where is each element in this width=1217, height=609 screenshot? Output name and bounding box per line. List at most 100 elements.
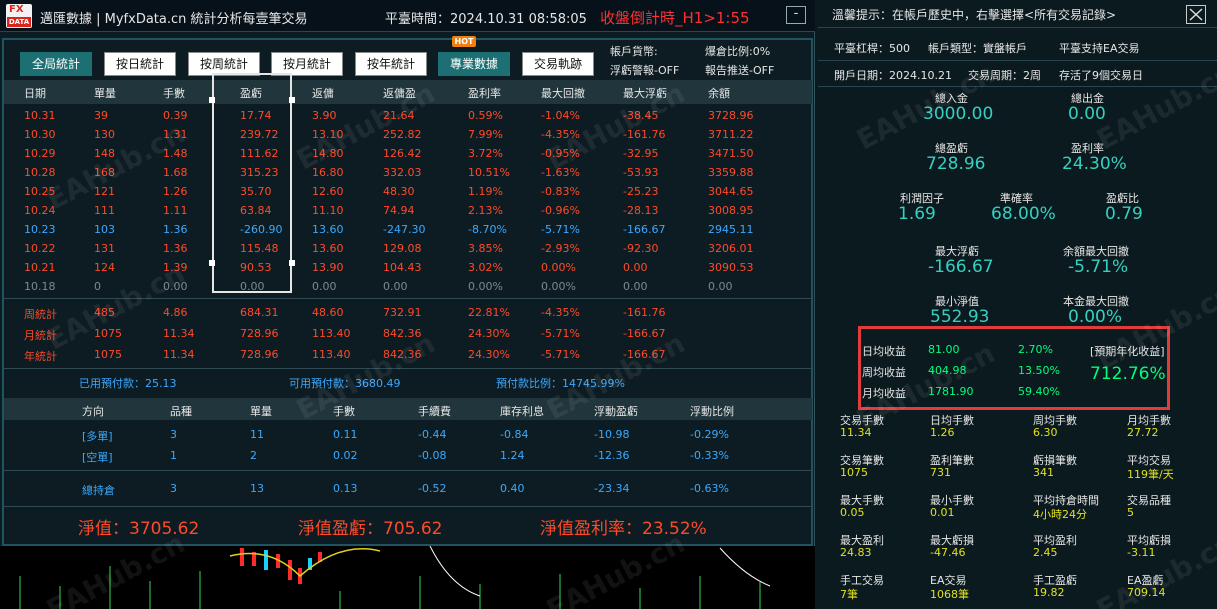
- tab-pro-data[interactable]: 專業數據: [438, 52, 510, 76]
- tab-global-stats[interactable]: 全局統計: [20, 52, 92, 76]
- annual-label: [預期年化收益]: [1090, 345, 1165, 358]
- table-cell: 39: [94, 109, 108, 122]
- table-cell: 21.64: [383, 109, 415, 122]
- tab-trade-track[interactable]: 交易軌跡: [522, 52, 594, 76]
- table-cell: 1.68: [163, 166, 188, 179]
- position-column-header: 方向: [82, 405, 104, 418]
- weekly-avg-pct: 13.50%: [1018, 364, 1060, 377]
- summary-cell: -5.71%: [541, 348, 580, 361]
- table-cell: 104.43: [383, 261, 422, 274]
- max-float-value: -166.67: [928, 257, 994, 277]
- table-cell: 126.42: [383, 147, 422, 160]
- table-cell: -28.13: [623, 204, 659, 217]
- table-cell: -5.71%: [541, 223, 580, 236]
- minimize-button[interactable]: -: [786, 6, 806, 24]
- platform-time: 平臺時間：2024.10.31 08:58:05: [385, 12, 587, 27]
- table-cell: 3008.95: [708, 204, 754, 217]
- table-cell: 14.80: [312, 147, 344, 160]
- table-cell: -247.30: [383, 223, 426, 236]
- position-cell: 2: [250, 449, 257, 462]
- accuracy-value: 68.00%: [991, 204, 1056, 224]
- column-header: 日期: [24, 87, 46, 100]
- summary-cell: 月統計: [24, 329, 57, 342]
- summary-cell: 485: [94, 306, 115, 319]
- weekly-avg-value: 404.98: [928, 364, 967, 377]
- annual-value: 712.76%: [1090, 364, 1166, 384]
- table-cell: 1.19%: [468, 185, 503, 198]
- table-cell: 1.36: [163, 223, 188, 236]
- monthly-avg-pct: 59.40%: [1018, 385, 1060, 398]
- tab-yearly-stats[interactable]: 按年統計: [355, 52, 427, 76]
- total-pnl-value: 728.96: [926, 154, 986, 174]
- table-cell: -2.93%: [541, 242, 580, 255]
- capital-dd-value: 0.00%: [1068, 307, 1123, 327]
- weekly-avg-label: 周均收益: [862, 366, 906, 379]
- summary-cell: 842.36: [383, 327, 422, 340]
- table-cell: 252.82: [383, 128, 422, 141]
- stat-value: 119筆/天: [1127, 468, 1174, 481]
- table-cell: 2945.11: [708, 223, 754, 236]
- fxdata-logo: FX DATA: [6, 4, 32, 28]
- tab-daily-stats[interactable]: 按日統計: [104, 52, 176, 76]
- stat-value: 6.30: [1033, 426, 1058, 439]
- report-push-toggle[interactable]: 報告推送-OFF: [705, 62, 774, 78]
- float-alert-toggle[interactable]: 浮虧警報-OFF: [610, 62, 679, 78]
- position-cell: 0.11: [333, 428, 358, 441]
- table-cell: 3471.50: [708, 147, 754, 160]
- table-cell: -0.95%: [541, 147, 580, 160]
- margin-bar: 已用預付款：25.13 可用預付款：3680.49 預付款比例：14745.99…: [4, 372, 812, 392]
- position-column-header: 浮動盈虧: [594, 405, 638, 418]
- account-summary-panel: 溫馨提示：在帳戶歷史中，右擊選擇<所有交易記錄> 平臺杠桿：500 帳戶類型：實…: [818, 0, 1217, 609]
- position-cell: [多單]: [82, 430, 113, 443]
- table-cell: -38.45: [623, 109, 659, 122]
- table-cell: 121: [94, 185, 115, 198]
- table-cell: 0.00: [163, 280, 188, 293]
- daily-avg-label: 日均收益: [862, 345, 906, 358]
- stat-value: 1.26: [930, 426, 955, 439]
- table-cell: 332.03: [383, 166, 422, 179]
- title-bar: FX DATA 邁匯數據 | MyfxData.cn 統計分析每壹筆交易 平臺時…: [0, 0, 815, 32]
- table-cell: 1.11: [163, 204, 188, 217]
- table-cell: 1.48: [163, 147, 188, 160]
- table-cell: 3711.22: [708, 128, 754, 141]
- ea-support: 平臺支持EA交易: [1059, 42, 1140, 55]
- balance-dd-value: -5.71%: [1068, 257, 1129, 277]
- position-cell: -12.36: [594, 449, 630, 462]
- stat-value: 24.83: [840, 546, 872, 559]
- table-cell: 129.08: [383, 242, 422, 255]
- summary-cell: -5.71%: [541, 327, 580, 340]
- table-cell: 0.00: [623, 261, 648, 274]
- position-cell: -0.84: [500, 428, 529, 441]
- monthly-avg-label: 月均收益: [862, 387, 906, 400]
- close-button[interactable]: [1186, 5, 1206, 24]
- position-cell: [空單]: [82, 451, 113, 464]
- stat-value: 1068筆: [930, 588, 969, 601]
- app-title: 邁匯數據 | MyfxData.cn 統計分析每壹筆交易: [40, 12, 308, 27]
- position-total-cell: 0.13: [333, 482, 358, 495]
- stat-value: 2.45: [1033, 546, 1058, 559]
- position-cell: -0.08: [418, 449, 447, 462]
- table-cell: 3.90: [312, 109, 337, 122]
- table-cell: -32.95: [623, 147, 659, 160]
- position-total-cell: 13: [250, 482, 264, 495]
- summary-cell: 11.34: [163, 348, 195, 361]
- stat-value: 4小時24分: [1033, 508, 1087, 521]
- summary-cell: 728.96: [240, 348, 279, 361]
- account-type: 帳戶類型：實盤帳戶: [928, 42, 1027, 55]
- table-cell: 0.59%: [468, 109, 503, 122]
- table-cell: 1.31: [163, 128, 188, 141]
- summary-cell: -166.67: [623, 348, 666, 361]
- table-cell: 16.80: [312, 166, 344, 179]
- profit-factor-value: 1.69: [898, 204, 936, 224]
- table-cell: 3206.01: [708, 242, 754, 255]
- position-total-cell: -0.63%: [690, 482, 729, 495]
- divider: [4, 506, 812, 507]
- table-cell: 13.90: [312, 261, 344, 274]
- table-cell: -8.70%: [468, 223, 507, 236]
- stat-value: -47.46: [930, 546, 966, 559]
- position-total-cell: 3: [170, 482, 177, 495]
- table-cell: 10.22: [24, 242, 56, 255]
- free-margin: 可用預付款：3680.49: [289, 377, 401, 390]
- position-column-header: 庫存利息: [500, 405, 544, 418]
- close-icon[interactable]: [1187, 6, 1205, 23]
